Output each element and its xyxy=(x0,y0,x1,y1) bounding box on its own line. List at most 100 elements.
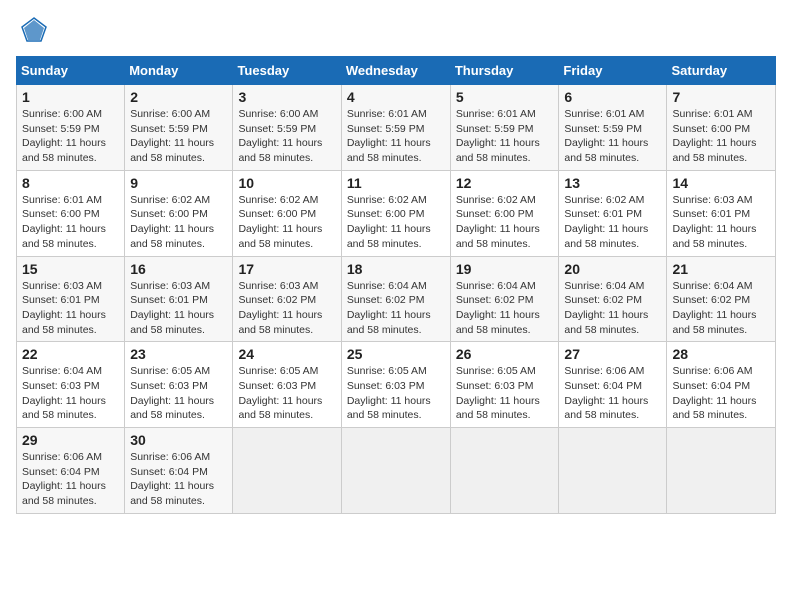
day-info: Sunrise: 6:06 AMSunset: 6:04 PMDaylight:… xyxy=(672,365,756,421)
day-info: Sunrise: 6:06 AMSunset: 6:04 PMDaylight:… xyxy=(130,451,214,507)
calendar-cell: 19 Sunrise: 6:04 AMSunset: 6:02 PMDaylig… xyxy=(450,256,559,342)
calendar-day-header: Friday xyxy=(559,57,667,85)
day-info: Sunrise: 6:01 AMSunset: 5:59 PMDaylight:… xyxy=(347,108,431,164)
day-info: Sunrise: 6:03 AMSunset: 6:01 PMDaylight:… xyxy=(130,280,214,336)
day-number: 10 xyxy=(238,175,335,191)
calendar-cell: 22 Sunrise: 6:04 AMSunset: 6:03 PMDaylig… xyxy=(17,342,125,428)
day-number: 17 xyxy=(238,261,335,277)
day-info: Sunrise: 6:03 AMSunset: 6:02 PMDaylight:… xyxy=(238,280,322,336)
day-info: Sunrise: 6:05 AMSunset: 6:03 PMDaylight:… xyxy=(238,365,322,421)
calendar-week-row: 15 Sunrise: 6:03 AMSunset: 6:01 PMDaylig… xyxy=(17,256,776,342)
calendar-day-header: Wednesday xyxy=(341,57,450,85)
calendar-table: SundayMondayTuesdayWednesdayThursdayFrid… xyxy=(16,56,776,514)
day-number: 23 xyxy=(130,346,227,362)
day-number: 20 xyxy=(564,261,661,277)
day-info: Sunrise: 6:06 AMSunset: 6:04 PMDaylight:… xyxy=(564,365,648,421)
calendar-cell: 16 Sunrise: 6:03 AMSunset: 6:01 PMDaylig… xyxy=(125,256,233,342)
day-number: 14 xyxy=(672,175,770,191)
day-number: 25 xyxy=(347,346,445,362)
day-number: 11 xyxy=(347,175,445,191)
calendar-cell: 24 Sunrise: 6:05 AMSunset: 6:03 PMDaylig… xyxy=(233,342,341,428)
day-number: 15 xyxy=(22,261,119,277)
day-info: Sunrise: 6:01 AMSunset: 5:59 PMDaylight:… xyxy=(564,108,648,164)
day-info: Sunrise: 6:02 AMSunset: 6:00 PMDaylight:… xyxy=(456,194,540,250)
day-number: 3 xyxy=(238,89,335,105)
day-info: Sunrise: 6:06 AMSunset: 6:04 PMDaylight:… xyxy=(22,451,106,507)
calendar-cell: 13 Sunrise: 6:02 AMSunset: 6:01 PMDaylig… xyxy=(559,170,667,256)
day-info: Sunrise: 6:05 AMSunset: 6:03 PMDaylight:… xyxy=(130,365,214,421)
day-info: Sunrise: 6:01 AMSunset: 6:00 PMDaylight:… xyxy=(22,194,106,250)
day-info: Sunrise: 6:01 AMSunset: 6:00 PMDaylight:… xyxy=(672,108,756,164)
day-number: 19 xyxy=(456,261,554,277)
calendar-cell: 28 Sunrise: 6:06 AMSunset: 6:04 PMDaylig… xyxy=(667,342,776,428)
calendar-cell: 4 Sunrise: 6:01 AMSunset: 5:59 PMDayligh… xyxy=(341,85,450,171)
day-number: 18 xyxy=(347,261,445,277)
calendar-cell xyxy=(341,428,450,514)
calendar-cell: 15 Sunrise: 6:03 AMSunset: 6:01 PMDaylig… xyxy=(17,256,125,342)
calendar-cell: 20 Sunrise: 6:04 AMSunset: 6:02 PMDaylig… xyxy=(559,256,667,342)
day-number: 30 xyxy=(130,432,227,448)
day-number: 6 xyxy=(564,89,661,105)
calendar-week-row: 22 Sunrise: 6:04 AMSunset: 6:03 PMDaylig… xyxy=(17,342,776,428)
day-info: Sunrise: 6:01 AMSunset: 5:59 PMDaylight:… xyxy=(456,108,540,164)
day-info: Sunrise: 6:02 AMSunset: 6:01 PMDaylight:… xyxy=(564,194,648,250)
page-header xyxy=(16,16,776,44)
day-number: 24 xyxy=(238,346,335,362)
calendar-cell xyxy=(559,428,667,514)
calendar-cell: 23 Sunrise: 6:05 AMSunset: 6:03 PMDaylig… xyxy=(125,342,233,428)
calendar-cell: 11 Sunrise: 6:02 AMSunset: 6:00 PMDaylig… xyxy=(341,170,450,256)
day-info: Sunrise: 6:02 AMSunset: 6:00 PMDaylight:… xyxy=(347,194,431,250)
day-info: Sunrise: 6:03 AMSunset: 6:01 PMDaylight:… xyxy=(672,194,756,250)
day-info: Sunrise: 6:04 AMSunset: 6:03 PMDaylight:… xyxy=(22,365,106,421)
day-number: 8 xyxy=(22,175,119,191)
day-info: Sunrise: 6:04 AMSunset: 6:02 PMDaylight:… xyxy=(456,280,540,336)
day-info: Sunrise: 6:04 AMSunset: 6:02 PMDaylight:… xyxy=(347,280,431,336)
calendar-cell: 1 Sunrise: 6:00 AMSunset: 5:59 PMDayligh… xyxy=(17,85,125,171)
day-info: Sunrise: 6:04 AMSunset: 6:02 PMDaylight:… xyxy=(672,280,756,336)
calendar-cell: 5 Sunrise: 6:01 AMSunset: 5:59 PMDayligh… xyxy=(450,85,559,171)
calendar-week-row: 1 Sunrise: 6:00 AMSunset: 5:59 PMDayligh… xyxy=(17,85,776,171)
day-number: 12 xyxy=(456,175,554,191)
calendar-week-row: 29 Sunrise: 6:06 AMSunset: 6:04 PMDaylig… xyxy=(17,428,776,514)
day-number: 22 xyxy=(22,346,119,362)
day-number: 29 xyxy=(22,432,119,448)
day-info: Sunrise: 6:05 AMSunset: 6:03 PMDaylight:… xyxy=(456,365,540,421)
calendar-header-row: SundayMondayTuesdayWednesdayThursdayFrid… xyxy=(17,57,776,85)
calendar-day-header: Saturday xyxy=(667,57,776,85)
calendar-cell: 27 Sunrise: 6:06 AMSunset: 6:04 PMDaylig… xyxy=(559,342,667,428)
calendar-cell xyxy=(450,428,559,514)
calendar-week-row: 8 Sunrise: 6:01 AMSunset: 6:00 PMDayligh… xyxy=(17,170,776,256)
calendar-cell: 25 Sunrise: 6:05 AMSunset: 6:03 PMDaylig… xyxy=(341,342,450,428)
calendar-cell: 26 Sunrise: 6:05 AMSunset: 6:03 PMDaylig… xyxy=(450,342,559,428)
calendar-cell xyxy=(667,428,776,514)
calendar-cell: 29 Sunrise: 6:06 AMSunset: 6:04 PMDaylig… xyxy=(17,428,125,514)
calendar-day-header: Tuesday xyxy=(233,57,341,85)
day-number: 7 xyxy=(672,89,770,105)
calendar-cell: 10 Sunrise: 6:02 AMSunset: 6:00 PMDaylig… xyxy=(233,170,341,256)
day-info: Sunrise: 6:00 AMSunset: 5:59 PMDaylight:… xyxy=(22,108,106,164)
day-info: Sunrise: 6:02 AMSunset: 6:00 PMDaylight:… xyxy=(238,194,322,250)
calendar-cell: 14 Sunrise: 6:03 AMSunset: 6:01 PMDaylig… xyxy=(667,170,776,256)
day-number: 28 xyxy=(672,346,770,362)
calendar-cell: 21 Sunrise: 6:04 AMSunset: 6:02 PMDaylig… xyxy=(667,256,776,342)
day-info: Sunrise: 6:00 AMSunset: 5:59 PMDaylight:… xyxy=(238,108,322,164)
calendar-day-header: Thursday xyxy=(450,57,559,85)
day-number: 1 xyxy=(22,89,119,105)
day-number: 2 xyxy=(130,89,227,105)
day-number: 5 xyxy=(456,89,554,105)
day-number: 26 xyxy=(456,346,554,362)
day-number: 16 xyxy=(130,261,227,277)
calendar-day-header: Sunday xyxy=(17,57,125,85)
calendar-cell: 2 Sunrise: 6:00 AMSunset: 5:59 PMDayligh… xyxy=(125,85,233,171)
day-info: Sunrise: 6:04 AMSunset: 6:02 PMDaylight:… xyxy=(564,280,648,336)
day-info: Sunrise: 6:02 AMSunset: 6:00 PMDaylight:… xyxy=(130,194,214,250)
calendar-cell: 3 Sunrise: 6:00 AMSunset: 5:59 PMDayligh… xyxy=(233,85,341,171)
calendar-cell xyxy=(233,428,341,514)
calendar-cell: 7 Sunrise: 6:01 AMSunset: 6:00 PMDayligh… xyxy=(667,85,776,171)
calendar-cell: 30 Sunrise: 6:06 AMSunset: 6:04 PMDaylig… xyxy=(125,428,233,514)
day-number: 4 xyxy=(347,89,445,105)
day-number: 9 xyxy=(130,175,227,191)
day-number: 21 xyxy=(672,261,770,277)
calendar-day-header: Monday xyxy=(125,57,233,85)
day-info: Sunrise: 6:00 AMSunset: 5:59 PMDaylight:… xyxy=(130,108,214,164)
